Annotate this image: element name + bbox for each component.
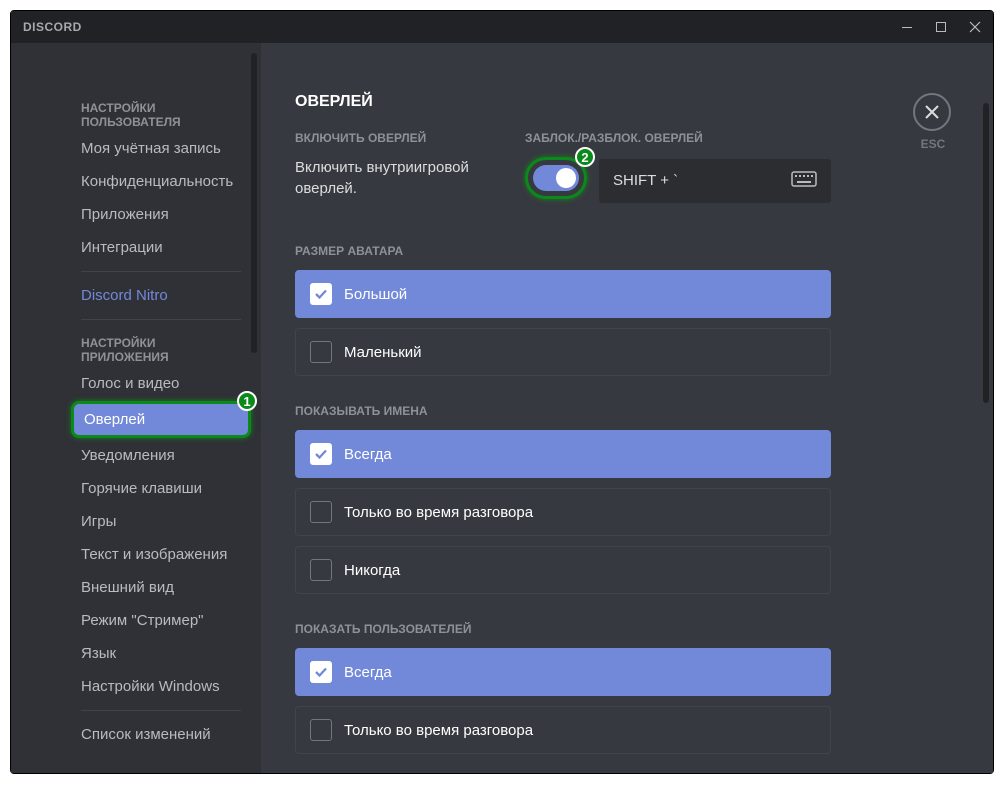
- option-label: Большой: [344, 286, 407, 303]
- option-label: Всегда: [344, 446, 392, 463]
- sidebar-item-privacy[interactable]: Конфиденциальность: [71, 166, 251, 197]
- keyboard-icon: [791, 169, 817, 193]
- avatar-size-title: РАЗМЕР АВАТАРА: [295, 244, 831, 258]
- close-icon[interactable]: [969, 21, 981, 33]
- divider: [81, 710, 241, 711]
- content-container: ОВЕРЛЕЙ ВКЛЮЧИТЬ ОВЕРЛЕЙ Включить внутри…: [261, 43, 993, 773]
- avatar-size-group: РАЗМЕР АВАТАРА Большой Маленький: [295, 244, 831, 376]
- show-users-title: ПОКАЗАТЬ ПОЛЬЗОВАТЕЛЕЙ: [295, 622, 831, 636]
- sidebar-item-streamer[interactable]: Режим "Стример": [71, 605, 251, 636]
- enable-overlay-desc: Включить внутриигровой оверлей.: [295, 157, 495, 199]
- content-scrollbar[interactable]: [983, 103, 989, 403]
- close-settings-button[interactable]: [913, 93, 951, 131]
- sidebar-item-apps[interactable]: Приложения: [71, 199, 251, 230]
- keybind-value: SHIFT + `: [613, 172, 678, 189]
- option-label: Только во время разговора: [344, 504, 533, 521]
- avatar-size-option-small[interactable]: Маленький: [295, 328, 831, 376]
- sidebar-item-games[interactable]: Игры: [71, 506, 251, 537]
- enable-overlay-toggle[interactable]: [533, 165, 579, 191]
- show-names-option-always[interactable]: Всегда: [295, 430, 831, 478]
- minimize-icon[interactable]: [901, 21, 913, 33]
- content: ОВЕРЛЕЙ ВКЛЮЧИТЬ ОВЕРЛЕЙ Включить внутри…: [261, 43, 861, 773]
- app-window: DISCORD НАСТРОЙКИ ПОЛЬЗОВАТЕЛЯ Моя учётн…: [10, 10, 994, 774]
- esc-button: ESC: [913, 93, 953, 151]
- sidebar-item-nitro[interactable]: Discord Nitro: [71, 280, 251, 311]
- show-names-option-speaking[interactable]: Только во время разговора: [295, 488, 831, 536]
- page-title: ОВЕРЛЕЙ: [295, 93, 831, 111]
- divider: [81, 271, 241, 272]
- sidebar-item-appearance[interactable]: Внешний вид: [71, 572, 251, 603]
- app-title: DISCORD: [23, 20, 82, 34]
- sidebar-item-voice[interactable]: Голос и видео: [71, 368, 251, 399]
- checkbox-icon: [310, 719, 332, 741]
- overlay-enable-row: ВКЛЮЧИТЬ ОВЕРЛЕЙ Включить внутриигровой …: [295, 131, 831, 204]
- annotation-badge-1: 1: [237, 391, 257, 411]
- checkbox-icon: [310, 559, 332, 581]
- app-body: НАСТРОЙКИ ПОЛЬЗОВАТЕЛЯ Моя учётная запис…: [11, 43, 993, 773]
- checkbox-icon: [310, 501, 332, 523]
- sidebar-item-integrations[interactable]: Интеграции: [71, 232, 251, 263]
- sidebar-container: НАСТРОЙКИ ПОЛЬЗОВАТЕЛЯ Моя учётная запис…: [11, 43, 261, 773]
- titlebar: DISCORD: [11, 11, 993, 43]
- option-label: Только во время разговора: [344, 722, 533, 739]
- annotation-badge-2: 2: [575, 147, 595, 167]
- window-controls: [901, 21, 981, 33]
- option-label: Всегда: [344, 664, 392, 681]
- sidebar-item-account[interactable]: Моя учётная запись: [71, 133, 251, 164]
- sidebar-header-app: НАСТРОЙКИ ПРИЛОЖЕНИЯ: [71, 328, 251, 368]
- close-icon: [924, 104, 940, 120]
- show-names-title: ПОКАЗЫВАТЬ ИМЕНА: [295, 404, 831, 418]
- show-names-option-never[interactable]: Никогда: [295, 546, 831, 594]
- sidebar-item-language[interactable]: Язык: [71, 638, 251, 669]
- maximize-icon[interactable]: [935, 21, 947, 33]
- sidebar-header-user: НАСТРОЙКИ ПОЛЬЗОВАТЕЛЯ: [71, 93, 251, 133]
- sidebar-scrollbar[interactable]: [251, 53, 257, 353]
- keybind-label: ЗАБЛОК./РАЗБЛОК. ОВЕРЛЕЙ: [525, 131, 831, 145]
- keybind-input[interactable]: SHIFT + `: [599, 159, 831, 203]
- sidebar: НАСТРОЙКИ ПОЛЬЗОВАТЕЛЯ Моя учётная запис…: [61, 43, 261, 773]
- checkbox-icon: [310, 341, 332, 363]
- sidebar-item-text-images[interactable]: Текст и изображения: [71, 539, 251, 570]
- toggle-knob: [556, 168, 576, 188]
- sidebar-item-windows[interactable]: Настройки Windows: [71, 671, 251, 702]
- divider: [81, 319, 241, 320]
- show-names-group: ПОКАЗЫВАТЬ ИМЕНА Всегда Только во время …: [295, 404, 831, 594]
- sidebar-item-hotkeys[interactable]: Горячие клавиши: [71, 473, 251, 504]
- avatar-size-option-large[interactable]: Большой: [295, 270, 831, 318]
- show-users-option-always[interactable]: Всегда: [295, 648, 831, 696]
- esc-label: ESC: [913, 137, 953, 151]
- option-label: Маленький: [344, 344, 422, 361]
- sidebar-item-changelog[interactable]: Список изменений: [71, 719, 251, 750]
- sidebar-item-notifications[interactable]: Уведомления: [71, 440, 251, 471]
- checkbox-icon: [310, 283, 332, 305]
- checkbox-icon: [310, 661, 332, 683]
- show-users-group: ПОКАЗАТЬ ПОЛЬЗОВАТЕЛЕЙ Всегда Только во …: [295, 622, 831, 754]
- option-label: Никогда: [344, 562, 400, 579]
- checkbox-icon: [310, 443, 332, 465]
- show-users-option-speaking[interactable]: Только во время разговора: [295, 706, 831, 754]
- sidebar-item-overlay[interactable]: Оверлей: [71, 401, 251, 438]
- enable-overlay-label: ВКЛЮЧИТЬ ОВЕРЛЕЙ: [295, 131, 495, 145]
